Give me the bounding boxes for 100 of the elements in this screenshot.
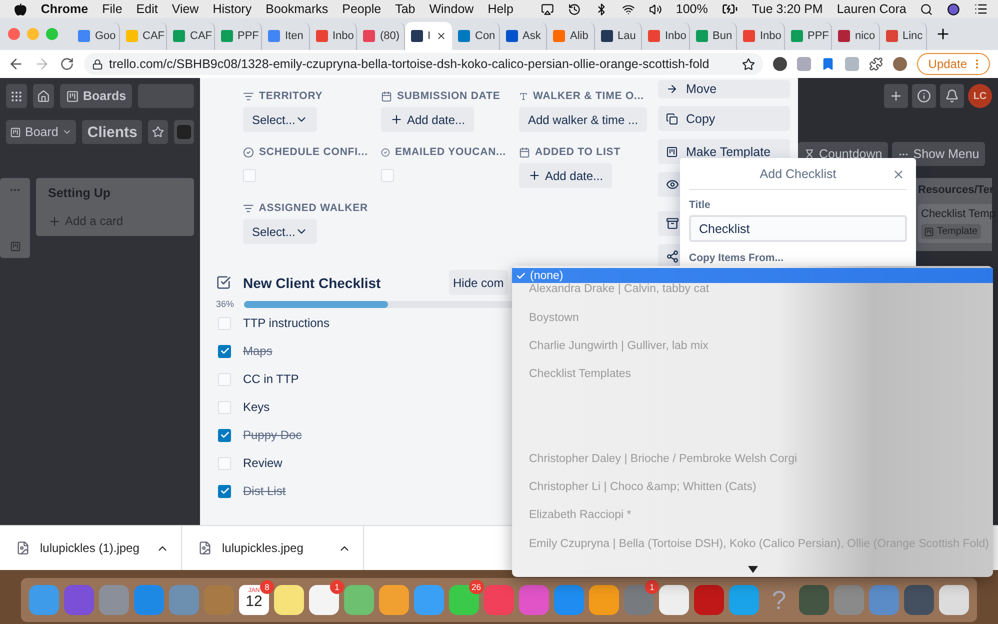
menu-item[interactable]: Edit [136, 2, 158, 16]
field-label: SUBMISSION DATE [381, 90, 506, 102]
app-icon[interactable] [659, 585, 689, 615]
menu-item[interactable]: People [342, 2, 382, 16]
app-icon[interactable] [589, 585, 619, 615]
field-label: EMAILED YOUCAN... [381, 146, 506, 158]
checklist-item[interactable]: Dist List [243, 484, 286, 498]
select-field[interactable]: Select... [243, 107, 318, 132]
field-label: Copy Items From... [689, 252, 785, 264]
back-icon[interactable] [8, 56, 24, 72]
menu-item[interactable]: Help [488, 2, 514, 16]
siri-icon[interactable] [947, 2, 960, 16]
list-icon[interactable] [974, 2, 988, 16]
download-item[interactable]: lulupickles.jpeg [182, 526, 364, 570]
checkbox[interactable] [218, 428, 231, 442]
user-avatar[interactable]: LC [968, 84, 992, 108]
reload-icon[interactable] [60, 57, 74, 71]
lock-icon [92, 58, 103, 70]
wifi-icon[interactable] [622, 2, 635, 16]
move-button[interactable]: Move [658, 80, 790, 98]
eye-icon [666, 178, 679, 191]
list-title: Resources/Ter [918, 184, 992, 196]
close-window-button[interactable] [8, 28, 20, 40]
app-icon[interactable] [449, 585, 479, 615]
add-date-button[interactable]: Add date... [519, 163, 612, 188]
board-name[interactable]: Clients [82, 120, 142, 144]
board-icon [924, 226, 934, 236]
clock[interactable]: Tue 3:20 PM [752, 2, 823, 16]
check-icon [220, 486, 230, 496]
board-view-button[interactable]: Board [6, 120, 76, 144]
info-icon [917, 89, 931, 103]
extension-icon[interactable] [773, 57, 788, 71]
board-search-field[interactable] [138, 84, 194, 108]
checklist-item[interactable]: TTP instructions [243, 316, 330, 330]
checkbox[interactable] [218, 344, 231, 358]
boards-button[interactable]: Boards [60, 84, 132, 108]
info-button[interactable] [912, 84, 936, 108]
search-icon[interactable] [920, 2, 934, 16]
extension-icon[interactable] [821, 57, 836, 71]
app-icon[interactable] [799, 585, 829, 615]
calendar-icon [519, 146, 530, 158]
copy-icon [666, 112, 678, 124]
copy-button[interactable]: Copy [658, 106, 790, 131]
add-button[interactable] [884, 84, 908, 108]
list-icon [243, 90, 254, 102]
close-icon[interactable] [436, 30, 446, 42]
select-field[interactable]: Select... [243, 219, 318, 244]
zoom-window-button[interactable] [46, 28, 58, 40]
menu-item[interactable]: Window [429, 2, 474, 16]
address-field[interactable]: trello.com/c/SBHB9c08/1328-emily-czupryna-bella-tortoise-dsh-koko-calico-persian-ollie-orange-scottish-fold [84, 53, 764, 75]
forward-icon[interactable] [34, 56, 50, 72]
checklist-item[interactable]: CC in TTP [243, 372, 299, 386]
menu-item[interactable]: Tab [395, 2, 416, 16]
menu-item[interactable]: Bookmarks [266, 2, 328, 16]
menu-item[interactable]: History [212, 2, 252, 16]
calendar-icon [381, 90, 392, 102]
app-icon[interactable] [274, 585, 304, 615]
title-input[interactable]: Checklist [689, 215, 907, 242]
menu-item[interactable]: View [172, 2, 199, 16]
volume-icon[interactable] [648, 2, 662, 16]
check-icon [220, 430, 230, 440]
airplay-icon[interactable] [541, 2, 554, 16]
time-machine-icon[interactable] [568, 2, 582, 16]
apps-button[interactable] [6, 84, 27, 108]
bookmark-star-icon[interactable] [742, 58, 756, 70]
user-name[interactable]: Lauren Cora [836, 2, 906, 16]
app-icon[interactable] [939, 585, 969, 615]
checklist-item[interactable]: Maps [243, 344, 272, 358]
home-button[interactable] [33, 84, 54, 108]
profile-avatar[interactable] [893, 57, 908, 71]
download-item[interactable]: lulupickles (1).jpeg [0, 526, 182, 570]
notifications-button[interactable] [940, 84, 964, 108]
new-tab-icon[interactable] [935, 26, 951, 42]
app-icon[interactable] [729, 585, 759, 615]
add-date-button[interactable]: Add date... [381, 107, 474, 132]
app-icon[interactable] [694, 585, 724, 615]
share-icon [666, 250, 679, 263]
browser-tab[interactable]: I [404, 22, 452, 50]
apple-logo-icon[interactable] [14, 2, 27, 16]
checklist-item[interactable]: Review [243, 456, 282, 470]
star-button[interactable] [148, 120, 168, 144]
menu-item[interactable]: File [102, 2, 122, 16]
plus-icon [48, 214, 61, 228]
app-icon[interactable] [904, 585, 934, 615]
list-icon [243, 202, 254, 214]
hide-checked-button[interactable]: Hide com [449, 270, 508, 295]
text-field[interactable]: Add walker & time ... [519, 107, 648, 132]
checklist-item[interactable]: Keys [243, 400, 270, 414]
checklist-item[interactable]: Puppy Doc [243, 428, 302, 442]
app-icon[interactable] [379, 585, 409, 615]
app-icon[interactable] [309, 585, 339, 615]
checkbox[interactable] [218, 484, 231, 498]
app-icon[interactable] [344, 585, 374, 615]
extensions-icon[interactable] [869, 57, 884, 71]
team-button[interactable] [174, 120, 194, 144]
notification-badge: 8 [260, 580, 274, 594]
app-menu[interactable]: Chrome [40, 2, 88, 16]
show-menu-button[interactable]: Show Menu [892, 142, 986, 166]
dropdown-option[interactable]: (none) [512, 268, 993, 284]
field-label: ASSIGNED WALKER [243, 202, 368, 214]
